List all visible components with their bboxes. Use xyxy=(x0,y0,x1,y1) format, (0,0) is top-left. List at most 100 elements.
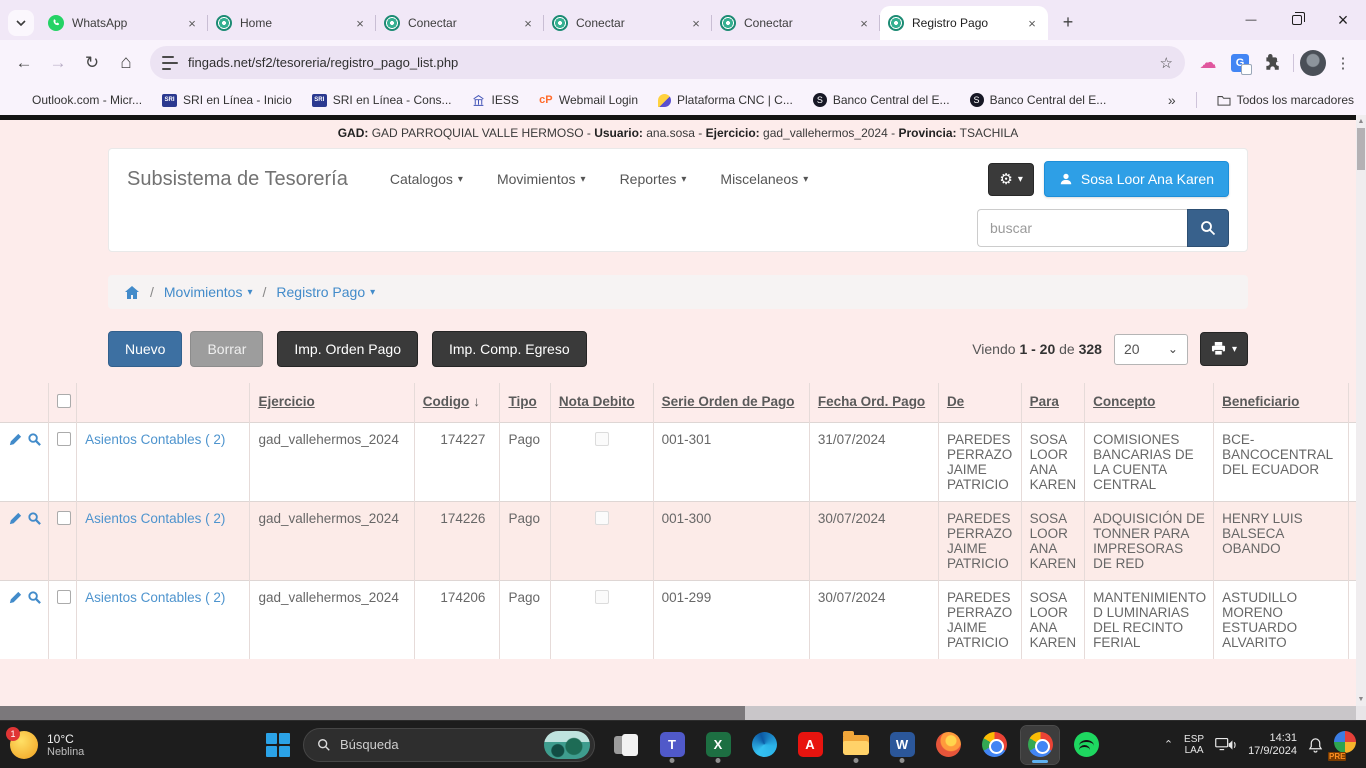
clock[interactable]: 14:31 17/9/2024 xyxy=(1248,732,1297,758)
back-button[interactable] xyxy=(8,47,40,79)
taskbar-app-window-panel-icon[interactable] xyxy=(607,726,645,764)
borrar-button[interactable]: Borrar xyxy=(190,331,263,367)
hidden-icons-chevron[interactable]: ⌃ xyxy=(1164,738,1173,751)
row-checkbox[interactable] xyxy=(57,432,71,446)
menu-movimientos[interactable]: Movimientos xyxy=(497,171,586,187)
asientos-contables-link[interactable]: Asientos Contables ( 2) xyxy=(85,590,225,605)
horizontal-scrollbar-thumb[interactable] xyxy=(0,706,745,720)
profile-avatar[interactable] xyxy=(1300,50,1326,76)
row-checkbox[interactable] xyxy=(57,590,71,604)
header-ejercicio[interactable]: Ejercicio xyxy=(250,383,414,423)
tab-whatsapp[interactable]: WhatsApp xyxy=(40,6,208,40)
bookmark-webmail[interactable]: cP Webmail Login xyxy=(539,93,638,107)
scroll-up-arrow-icon[interactable]: ▲ xyxy=(1358,115,1365,128)
header-serie[interactable]: Serie Orden de Pago xyxy=(653,383,809,423)
tab-close-icon[interactable] xyxy=(184,15,200,31)
taskbar-app-spotify-icon[interactable] xyxy=(1067,726,1105,764)
tab-conectar-3[interactable]: Conectar xyxy=(712,6,880,40)
user-button[interactable]: Sosa Loor Ana Karen xyxy=(1044,161,1229,197)
browser-home-button[interactable] xyxy=(110,47,142,79)
asientos-contables-link[interactable]: Asientos Contables ( 2) xyxy=(85,511,225,526)
taskbar-app-acrobat-icon[interactable]: A xyxy=(791,726,829,764)
bookmarks-overflow-icon[interactable] xyxy=(1168,92,1176,108)
nuevo-button[interactable]: Nuevo xyxy=(108,331,182,367)
search-button[interactable] xyxy=(1187,209,1229,247)
horizontal-scrollbar[interactable] xyxy=(0,706,1356,720)
tab-conectar-1[interactable]: Conectar xyxy=(376,6,544,40)
window-restore-button[interactable] xyxy=(1274,0,1320,40)
menu-catalogos[interactable]: Catalogos xyxy=(390,171,463,187)
address-bar[interactable]: fingads.net/sf2/tesoreria/registro_pago_… xyxy=(150,46,1185,79)
tab-close-icon[interactable] xyxy=(352,15,368,31)
search-highlight-image[interactable] xyxy=(544,731,590,759)
header-clipped[interactable]: M xyxy=(1349,383,1356,423)
breadcrumb-registro-pago[interactable]: Registro Pago xyxy=(276,284,375,300)
asientos-contables-link[interactable]: Asientos Contables ( 2) xyxy=(85,432,225,447)
menu-reportes[interactable]: Reportes xyxy=(620,171,687,187)
taskbar-search[interactable]: Búsqueda xyxy=(303,728,595,762)
magnifier-icon[interactable] xyxy=(27,511,42,526)
tab-close-icon[interactable] xyxy=(1024,15,1040,31)
all-bookmarks-button[interactable]: Todos los marcadores xyxy=(1217,93,1354,107)
search-input[interactable] xyxy=(977,209,1187,247)
taskbar-app-edge-icon[interactable] xyxy=(745,726,783,764)
vertical-scrollbar[interactable]: ▲ ▼ xyxy=(1356,115,1366,706)
browser-menu-icon[interactable] xyxy=(1328,48,1358,78)
magnifier-icon[interactable] xyxy=(27,590,42,605)
reload-button[interactable] xyxy=(76,47,108,79)
tab-conectar-2[interactable]: Conectar xyxy=(544,6,712,40)
taskbar-app-chrome-icon[interactable] xyxy=(975,726,1013,764)
header-tipo[interactable]: Tipo xyxy=(500,383,550,423)
url-text[interactable]: fingads.net/sf2/tesoreria/registro_pago_… xyxy=(188,55,1150,70)
row-checkbox[interactable] xyxy=(57,511,71,525)
menu-miscelaneos[interactable]: Miscelaneos xyxy=(720,171,808,187)
page-size-select[interactable]: 20 xyxy=(1114,334,1188,365)
edit-icon[interactable] xyxy=(8,432,23,447)
taskbar-app-firefox-icon[interactable] xyxy=(929,726,967,764)
select-all-checkbox[interactable] xyxy=(57,394,71,408)
extensions-puzzle-icon[interactable] xyxy=(1257,48,1287,78)
tab-search-chevron-icon[interactable] xyxy=(8,10,34,36)
taskbar-app-file-explorer-icon[interactable] xyxy=(837,726,875,764)
header-codigo[interactable]: Codigo xyxy=(414,383,500,423)
bookmark-iess[interactable]: IESS xyxy=(472,93,519,107)
header-fecha[interactable]: Fecha Ord. Pago xyxy=(809,383,938,423)
taskbar-app-word-icon[interactable]: W xyxy=(883,726,921,764)
window-minimize-button[interactable] xyxy=(1228,0,1274,40)
header-para[interactable]: Para xyxy=(1021,383,1085,423)
bookmark-star-icon[interactable] xyxy=(1160,54,1173,72)
new-tab-button[interactable] xyxy=(1054,8,1082,36)
bookmark-sri-consultas[interactable]: SRI SRI en Línea - Cons... xyxy=(312,93,452,107)
settings-dropdown-button[interactable] xyxy=(988,163,1033,196)
home-icon[interactable] xyxy=(124,285,140,300)
taskbar-app-excel-icon[interactable]: X xyxy=(699,726,737,764)
edit-icon[interactable] xyxy=(8,511,23,526)
bookmark-outlook[interactable]: Outlook.com - Micr... xyxy=(12,93,142,107)
display-and-volume-icon[interactable] xyxy=(1215,737,1237,753)
notifications-bell-icon[interactable] xyxy=(1308,737,1323,753)
taskbar-app-chrome-active-icon[interactable] xyxy=(1021,726,1059,764)
translate-extension-icon[interactable]: G xyxy=(1225,48,1255,78)
pre-app[interactable]: PRE xyxy=(1334,731,1358,759)
header-nota-debito[interactable]: Nota Debito xyxy=(550,383,653,423)
tab-close-icon[interactable] xyxy=(856,15,872,31)
taskbar-app-teams-icon[interactable]: T xyxy=(653,726,691,764)
tab-home[interactable]: Home xyxy=(208,6,376,40)
imp-orden-pago-button[interactable]: Imp. Orden Pago xyxy=(277,331,418,367)
header-concepto[interactable]: Concepto xyxy=(1085,383,1214,423)
site-settings-icon[interactable] xyxy=(162,56,178,70)
bookmark-sri-inicio[interactable]: SRI SRI en Línea - Inicio xyxy=(162,93,292,107)
bookmark-banco-central-1[interactable]: S Banco Central del E... xyxy=(813,93,950,107)
tab-close-icon[interactable] xyxy=(520,15,536,31)
tab-registro-pago[interactable]: Registro Pago xyxy=(880,6,1048,40)
tab-close-icon[interactable] xyxy=(688,15,704,31)
bookmark-cnc[interactable]: Plataforma CNC | C... xyxy=(658,93,793,107)
language-indicator[interactable]: ESP LAA xyxy=(1184,734,1204,756)
weather-widget[interactable]: 1 10°C Neblina xyxy=(10,731,84,759)
edit-icon[interactable] xyxy=(8,590,23,605)
forward-button[interactable] xyxy=(42,47,74,79)
header-de[interactable]: De xyxy=(938,383,1021,423)
start-button[interactable] xyxy=(261,728,295,762)
bookmark-banco-central-2[interactable]: S Banco Central del E... xyxy=(970,93,1107,107)
print-dropdown-button[interactable] xyxy=(1200,332,1248,366)
